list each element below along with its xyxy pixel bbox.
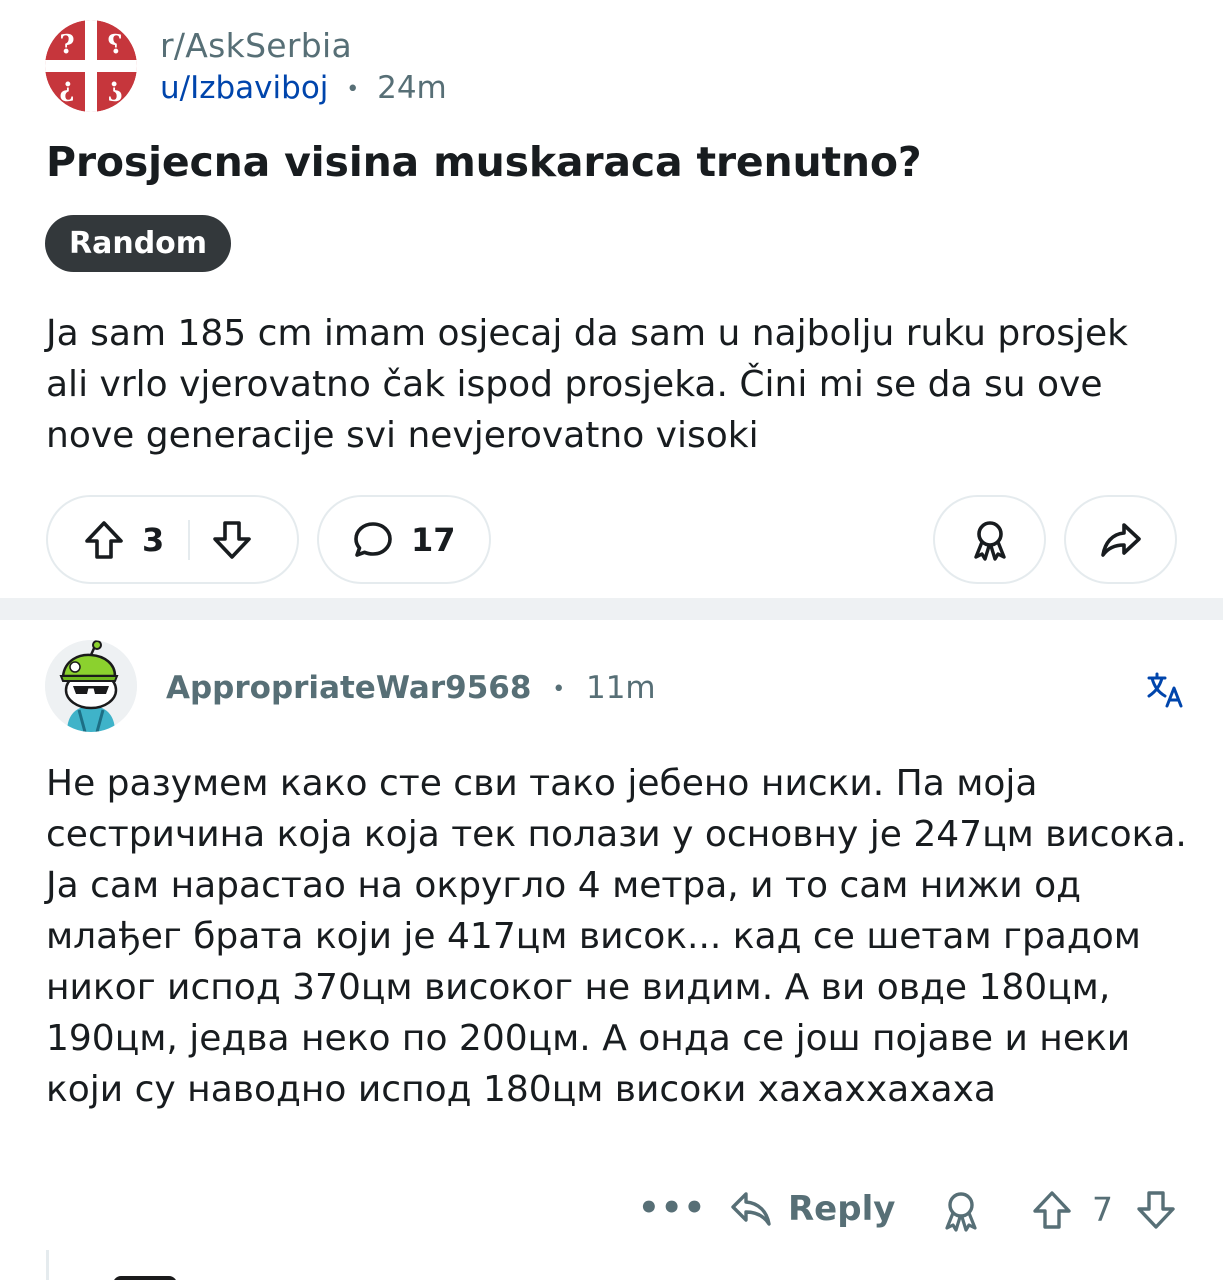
share-button[interactable] (1064, 495, 1177, 584)
downvote-button[interactable] (210, 518, 254, 562)
comment-vote-count: 7 (1092, 1190, 1113, 1229)
post-age: 24m (377, 70, 447, 106)
comment-actions: ••• Reply 7 (0, 1180, 1223, 1240)
post-author[interactable]: u/Izbaviboj (160, 70, 328, 106)
reply-label: Reply (788, 1189, 896, 1229)
reply-arrow-icon (731, 1192, 771, 1226)
share-arrow-icon (1100, 522, 1141, 557)
reply-button[interactable]: Reply (728, 1186, 895, 1232)
post-header: ? ? ? ? r/AskSerbia u/Izbaviboj • 24m (45, 20, 645, 112)
translate-icon (1147, 672, 1183, 708)
meta-separator: • (346, 77, 360, 102)
award-ribbon-icon (945, 1192, 977, 1232)
subreddit-name[interactable]: r/AskSerbia (160, 26, 352, 65)
post-title[interactable]: Prosjecna visina muskaraca trenutno? (46, 138, 922, 186)
serbian-cross-question-marks-icon: ? ? ? ? (45, 20, 137, 112)
comment-author-line: AppropriateWar9568 • 11m (166, 670, 656, 706)
comment-upvote-button[interactable] (1030, 1188, 1074, 1236)
comment-avatar[interactable] (45, 640, 137, 732)
subreddit-avatar[interactable]: ? ? ? ? (45, 20, 137, 112)
svg-text:?: ? (59, 30, 74, 60)
vote-divider (188, 519, 191, 560)
svg-text:?: ? (107, 75, 122, 105)
comment-body: Не разумем како сте сви тако јебено ниск… (46, 763, 1187, 1110)
svg-text:?: ? (107, 30, 122, 60)
speech-bubble-icon (351, 518, 395, 562)
arrow-down-icon (213, 520, 252, 559)
next-comment-avatar (113, 1276, 177, 1280)
comment-age: 11m (585, 670, 656, 706)
comment-count: 17 (411, 520, 456, 559)
comment-downvote-button[interactable] (1134, 1188, 1178, 1236)
more-options-button[interactable]: ••• (638, 1188, 706, 1228)
snoo-avatar-icon (45, 640, 137, 732)
thread-line[interactable] (46, 1250, 49, 1280)
section-separator (0, 598, 1223, 620)
award-ribbon-icon (973, 520, 1006, 561)
post-meta: u/Izbaviboj • 24m (160, 70, 447, 106)
post-flair[interactable]: Random (45, 215, 232, 272)
post-body: Ja sam 185 cm imam osjecaj da sam u najb… (46, 313, 1129, 456)
arrow-down-icon (1137, 1191, 1175, 1229)
upvote-count: 3 (142, 520, 165, 559)
vote-pill: 3 (46, 495, 299, 584)
translate-button[interactable] (1145, 670, 1185, 710)
upvote-button[interactable] (82, 518, 126, 562)
comments-button[interactable]: 17 (317, 495, 491, 584)
comment-header: AppropriateWar9568 • 11m (45, 640, 1185, 732)
award-button[interactable] (933, 495, 1046, 584)
meta-separator: • (552, 677, 566, 702)
comment-author[interactable]: AppropriateWar9568 (166, 670, 531, 706)
comment-award-button[interactable] (938, 1188, 984, 1238)
arrow-up-icon (85, 520, 123, 559)
svg-text:?: ? (59, 75, 74, 105)
arrow-up-icon (1033, 1191, 1071, 1229)
